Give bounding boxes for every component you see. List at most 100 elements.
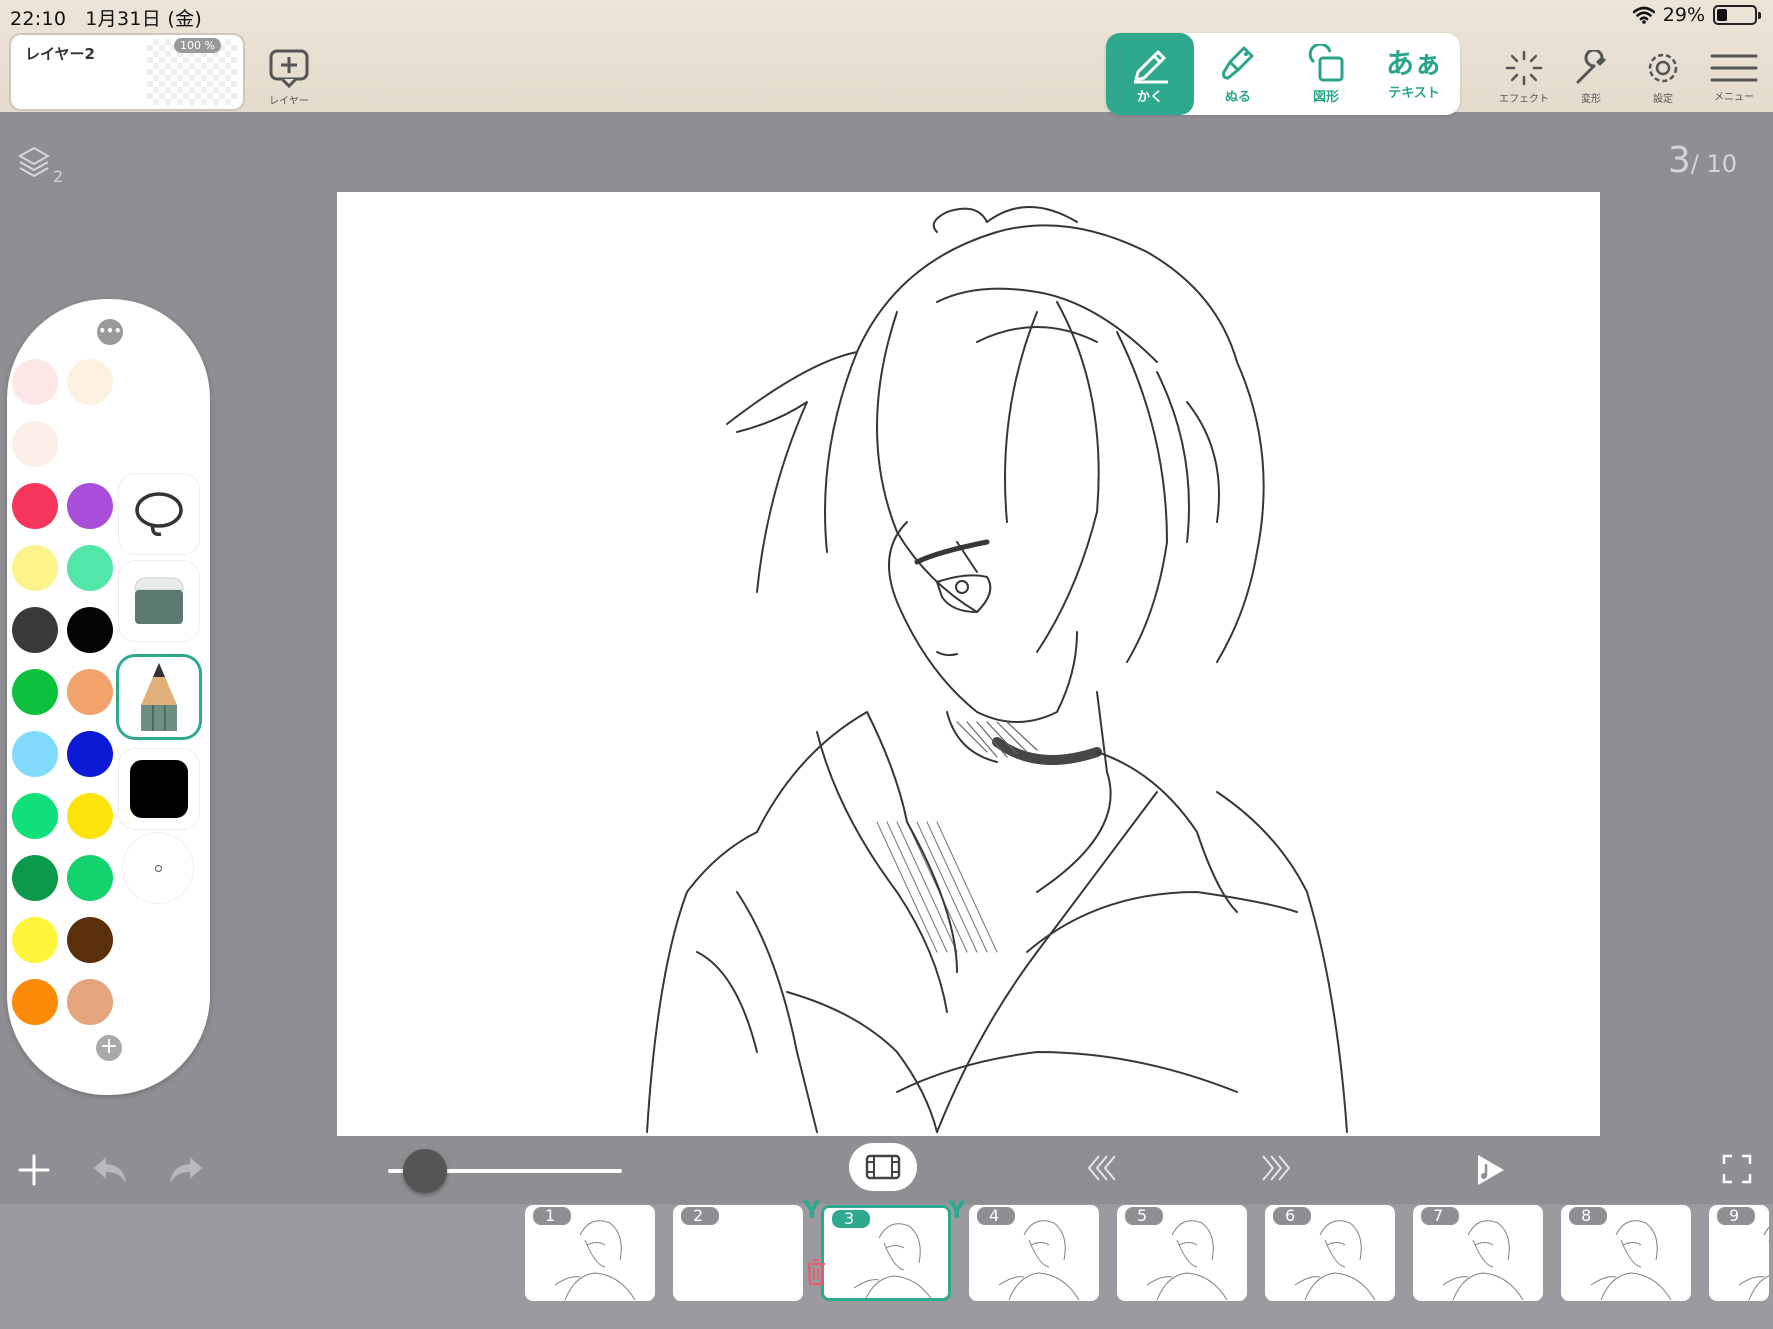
pencil-tool[interactable] xyxy=(119,657,199,737)
menu-label: メニュー xyxy=(1714,92,1754,103)
layers-indicator[interactable]: 2 xyxy=(17,145,77,189)
eraser-tool[interactable] xyxy=(119,561,199,641)
status-date: 1月31日 (金) xyxy=(85,8,203,30)
color-swatch[interactable] xyxy=(12,917,58,963)
color-swatch[interactable] xyxy=(67,545,113,591)
film-strip-button[interactable] xyxy=(849,1143,917,1191)
frame-counter: 3/ 10 xyxy=(1668,140,1737,181)
status-indicators: 29% xyxy=(1632,4,1761,26)
color-swatch[interactable] xyxy=(12,979,58,1025)
color-swatch[interactable] xyxy=(67,607,113,653)
color-swatch[interactable] xyxy=(12,421,58,467)
play-button[interactable] xyxy=(1470,1150,1510,1190)
brush-icon xyxy=(1222,46,1254,80)
add-layer-icon xyxy=(269,49,309,88)
tool-draw[interactable]: かく xyxy=(1106,33,1194,115)
frame-thumbnail[interactable]: 7 xyxy=(1413,1205,1543,1301)
lasso-tool[interactable] xyxy=(119,474,199,554)
delete-frame-button[interactable] xyxy=(805,1258,827,1290)
tool-selector: かく ぬる 図形 あぁ テキスト xyxy=(1106,33,1460,115)
wifi-icon xyxy=(1632,6,1655,24)
transform-button[interactable]: 変形 xyxy=(1572,50,1610,105)
frame-thumbnail[interactable]: 4 xyxy=(969,1205,1099,1301)
frame-thumbnail[interactable]: 5 xyxy=(1117,1205,1247,1301)
text-glyph-icon: あぁ xyxy=(1385,46,1442,80)
frame-thumbnail[interactable]: 6 xyxy=(1265,1205,1395,1301)
tool-fill[interactable]: ぬる xyxy=(1194,33,1282,115)
color-swatch[interactable] xyxy=(67,731,113,777)
frame-number: 4 xyxy=(977,1207,1016,1225)
onion-next-icon xyxy=(1262,1155,1291,1181)
tool-shape[interactable]: 図形 xyxy=(1282,33,1370,115)
color-swatch[interactable] xyxy=(67,483,113,529)
color-swatch[interactable] xyxy=(12,669,58,715)
tool-shape-label: 図形 xyxy=(1312,89,1339,105)
frame-thumbnail[interactable]: 8 xyxy=(1561,1205,1691,1301)
color-swatch[interactable] xyxy=(67,855,113,901)
color-swatch[interactable] xyxy=(67,979,113,1025)
sketch-drawing xyxy=(646,206,1348,1133)
color-swatch[interactable] xyxy=(67,669,113,715)
color-swatch[interactable] xyxy=(12,793,58,839)
add-layer-button[interactable]: レイヤー xyxy=(268,48,310,107)
brush-size-tile[interactable] xyxy=(123,833,193,903)
layers-count: 2 xyxy=(53,167,64,186)
settings-label: 設定 xyxy=(1653,94,1673,105)
lasso-icon xyxy=(135,492,183,537)
color-swatch[interactable] xyxy=(12,359,58,405)
add-color-button[interactable]: + xyxy=(96,1035,122,1061)
frame-number: 6 xyxy=(1273,1207,1312,1225)
frame-total: / 10 xyxy=(1690,150,1737,178)
frame-number: 9 xyxy=(1717,1207,1756,1225)
tool-fill-label: ぬる xyxy=(1224,89,1251,105)
undo-button[interactable] xyxy=(88,1150,132,1190)
layers-icon xyxy=(17,146,51,178)
drawing-canvas[interactable] xyxy=(337,192,1600,1136)
brush-size-dot xyxy=(154,864,162,872)
transform-label: 変形 xyxy=(1581,94,1601,105)
color-swatch[interactable] xyxy=(12,483,58,529)
range-start-marker[interactable]: Y xyxy=(803,1196,820,1224)
color-swatch[interactable] xyxy=(12,545,58,591)
prev-frame-button[interactable] xyxy=(1084,1150,1120,1186)
color-swatch[interactable] xyxy=(12,855,58,901)
current-color-swatch xyxy=(130,760,188,818)
settings-button[interactable]: 設定 xyxy=(1644,50,1682,105)
range-end-marker[interactable]: Y xyxy=(948,1196,965,1224)
palette-more-button[interactable]: ••• xyxy=(97,319,123,345)
frame-number: 5 xyxy=(1125,1207,1164,1225)
color-swatch[interactable] xyxy=(12,607,58,653)
color-swatch[interactable] xyxy=(12,731,58,777)
current-layer-chip[interactable]: レイヤー2 100 % xyxy=(9,33,245,111)
redo-button[interactable] xyxy=(164,1150,208,1190)
color-palette: ••• + xyxy=(7,299,210,1095)
menu-button[interactable]: メニュー xyxy=(1710,52,1758,103)
frame-number: 3 xyxy=(832,1210,871,1228)
color-swatch[interactable] xyxy=(67,917,113,963)
color-swatch[interactable] xyxy=(67,421,113,467)
effect-button[interactable]: エフェクト xyxy=(1499,50,1549,105)
frame-number: 1 xyxy=(533,1207,572,1225)
pencil-tool-icon xyxy=(141,663,177,731)
trash-icon xyxy=(807,1258,825,1286)
frame-number: 7 xyxy=(1421,1207,1460,1225)
current-color-tile[interactable] xyxy=(119,749,199,829)
battery-icon xyxy=(1713,5,1761,25)
frame-thumbnail[interactable]: 9 xyxy=(1709,1205,1769,1301)
frame-thumbnail[interactable]: 3 xyxy=(821,1205,951,1301)
gear-icon xyxy=(1648,53,1678,83)
status-clock: 22:10 1月31日 (金) xyxy=(10,4,202,31)
undo-icon xyxy=(94,1157,126,1183)
next-frame-button[interactable] xyxy=(1258,1150,1294,1186)
color-swatch[interactable] xyxy=(67,359,113,405)
plus-icon xyxy=(18,1154,50,1186)
fullscreen-button[interactable] xyxy=(1720,1152,1754,1186)
color-swatch[interactable] xyxy=(67,793,113,839)
sparkle-icon xyxy=(1505,50,1543,86)
battery-percent: 29% xyxy=(1662,4,1705,26)
frame-thumbnail[interactable]: 2 xyxy=(673,1205,803,1301)
frame-thumbnail[interactable]: 1 xyxy=(525,1205,655,1301)
add-frame-button[interactable] xyxy=(16,1152,52,1188)
tool-text[interactable]: あぁ テキスト xyxy=(1370,33,1458,115)
add-layer-label: レイヤー xyxy=(269,96,309,107)
